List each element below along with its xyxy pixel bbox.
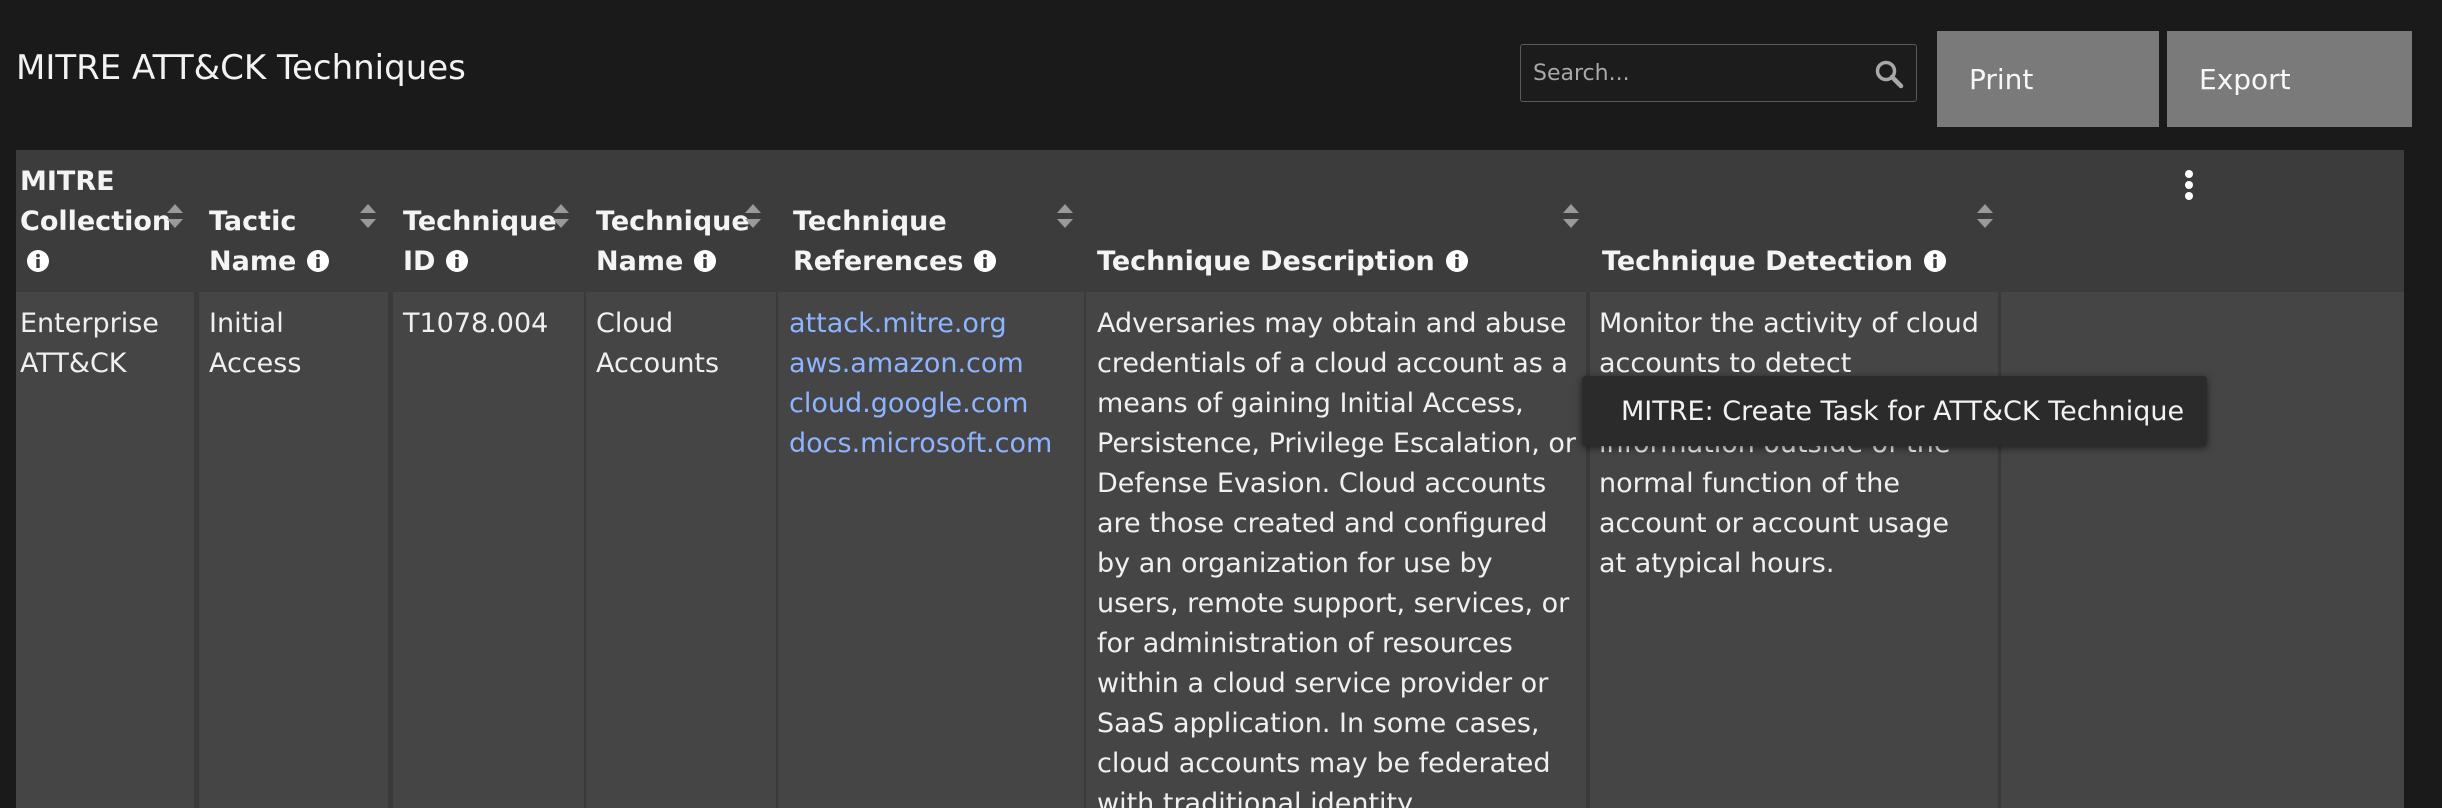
column-header-technique-references[interactable]: Technique References	[789, 150, 1091, 292]
sort-icon[interactable]	[166, 202, 184, 230]
column-header-label: Name	[596, 246, 684, 277]
column-header-label: Technique Description	[1097, 246, 1435, 277]
info-icon[interactable]	[306, 249, 330, 273]
table-header-row: MITRE Collection Tactic Name Technique I…	[16, 150, 2404, 292]
sort-icon[interactable]	[744, 202, 762, 230]
search-box[interactable]	[1520, 44, 1917, 102]
search-icon[interactable]	[1874, 59, 1904, 89]
mitre-techniques-page: MITRE ATT&CK Techniques Print Export MIT…	[0, 0, 2442, 808]
column-header-label: Technique	[793, 206, 947, 237]
column-header-label: Technique Detection	[1602, 246, 1913, 277]
print-button[interactable]: Print	[1937, 31, 2159, 127]
sort-icon[interactable]	[1562, 202, 1580, 230]
cell-technique-id: T1078.004	[393, 292, 584, 808]
reference-link[interactable]: cloud.google.com	[789, 384, 1080, 424]
cell-row-actions	[2001, 292, 2404, 808]
sort-icon[interactable]	[1976, 202, 1994, 230]
info-icon[interactable]	[445, 249, 469, 273]
column-header-label: References	[793, 246, 964, 277]
cell-mitre-collection: Enterprise ATT&CK	[16, 292, 194, 808]
cell-tactic-name: Initial Access	[199, 292, 388, 808]
column-header-technique-description[interactable]: Technique Description	[1093, 150, 1593, 292]
cell-technique-name: Cloud Accounts	[586, 292, 776, 808]
column-header-label: MITRE	[20, 166, 115, 197]
row-actions-kebab-icon[interactable]	[2183, 170, 2195, 204]
sort-icon[interactable]	[1056, 202, 1074, 230]
sort-icon[interactable]	[359, 202, 377, 230]
page-title: MITRE ATT&CK Techniques	[16, 48, 466, 88]
export-button[interactable]: Export	[2167, 31, 2412, 127]
table-row[interactable]: Enterprise ATT&CK Initial Access T1078.0…	[16, 292, 2404, 808]
reference-link[interactable]: attack.mitre.org	[789, 304, 1080, 344]
search-input[interactable]	[1521, 45, 1861, 101]
info-icon[interactable]	[693, 249, 717, 273]
reference-link[interactable]: aws.amazon.com	[789, 344, 1080, 384]
info-icon[interactable]	[1445, 249, 1469, 273]
column-header-label: Name	[209, 246, 297, 277]
techniques-table: MITRE Collection Tactic Name Technique I…	[16, 150, 2404, 808]
info-icon[interactable]	[1923, 249, 1947, 273]
sort-icon[interactable]	[552, 202, 570, 230]
column-header-technique-detection[interactable]: Technique Detection	[1598, 150, 2008, 292]
info-icon[interactable]	[973, 249, 997, 273]
cell-technique-references: attack.mitre.org aws.amazon.com cloud.go…	[778, 292, 1084, 808]
cell-technique-detection: Monitor the activity of cloud accounts t…	[1590, 292, 1998, 808]
reference-link[interactable]: docs.microsoft.com	[789, 424, 1080, 464]
info-icon[interactable]	[26, 249, 50, 273]
context-menu-item-create-task[interactable]: MITRE: Create Task for ATT&CK Technique	[1582, 376, 2207, 446]
cell-technique-description: Adversaries may obtain and abuse credent…	[1086, 292, 1586, 808]
column-header-label: ID	[403, 246, 436, 277]
